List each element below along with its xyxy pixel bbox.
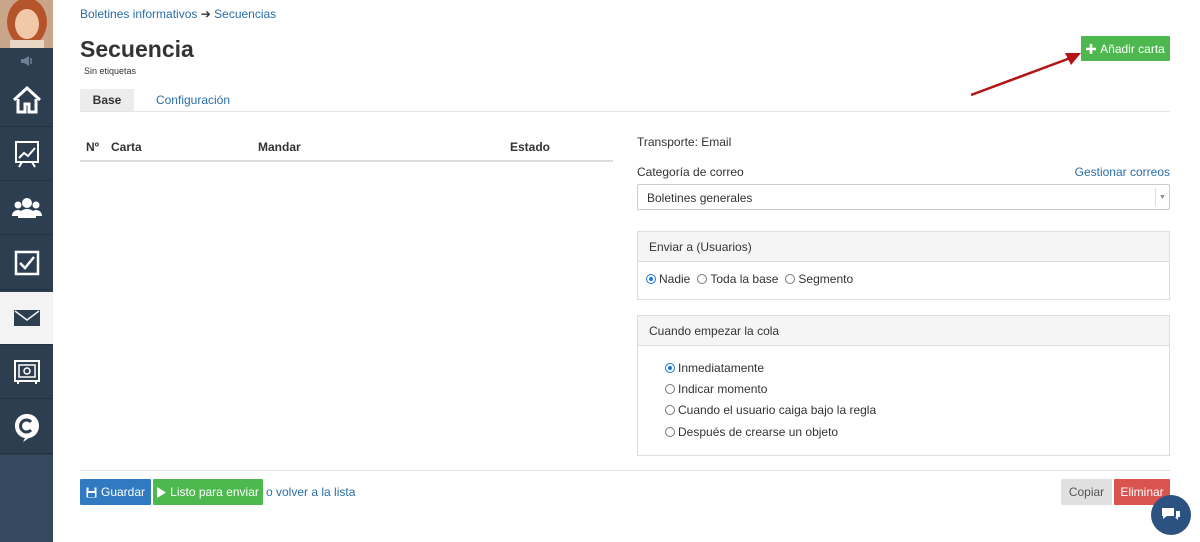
column-card: Carta bbox=[111, 140, 142, 154]
footer-divider bbox=[80, 470, 1170, 471]
sidebar-background bbox=[0, 455, 53, 542]
avatar[interactable] bbox=[0, 0, 53, 48]
floppy-disk-icon bbox=[86, 487, 97, 498]
add-card-button[interactable]: Añadir carta bbox=[1081, 36, 1170, 61]
safe-icon bbox=[13, 360, 40, 384]
mail-icon bbox=[13, 310, 40, 326]
ready-to-send-button[interactable]: Listo para enviar bbox=[153, 479, 263, 505]
radio-after-object[interactable]: Después de crearse un objeto bbox=[665, 425, 838, 439]
breadcrumb-parent-link[interactable]: Boletines informativos bbox=[80, 7, 197, 21]
radio-button[interactable] bbox=[646, 274, 656, 284]
category-select-value: Boletines generales bbox=[647, 191, 753, 205]
radio-nobody[interactable]: Nadie bbox=[646, 272, 690, 286]
page-title: Secuencia bbox=[80, 36, 194, 62]
tab-bar: Base Configuración bbox=[80, 89, 1170, 112]
chat-widget-button[interactable] bbox=[1151, 495, 1191, 535]
save-label: Guardar bbox=[100, 485, 146, 499]
ready-to-send-label: Listo para enviar bbox=[170, 485, 259, 499]
column-number: Nº bbox=[86, 140, 100, 154]
radio-button[interactable] bbox=[665, 384, 675, 394]
cards-table-header: Nº Carta Mandar Estado bbox=[80, 132, 613, 162]
radio-button[interactable] bbox=[665, 363, 675, 373]
users-icon bbox=[11, 198, 42, 218]
manage-mail-link[interactable]: Gestionar correos bbox=[1075, 165, 1170, 179]
radio-button[interactable] bbox=[665, 405, 675, 415]
radio-button[interactable] bbox=[785, 274, 796, 284]
sidebar-item-contacts[interactable] bbox=[0, 182, 53, 235]
queue-start-title: Cuando empezar la cola bbox=[638, 316, 1169, 346]
sidebar-item-mail[interactable] bbox=[0, 292, 53, 345]
send-to-title: Enviar a (Usuarios) bbox=[638, 232, 1169, 262]
chevron-down-icon: ▼ bbox=[1155, 188, 1169, 206]
sidebar-item-analytics[interactable] bbox=[0, 128, 53, 181]
column-status: Estado bbox=[510, 140, 551, 154]
save-button[interactable]: Guardar bbox=[80, 479, 151, 505]
radio-label: Después de crearse un objeto bbox=[678, 425, 839, 439]
play-icon bbox=[157, 486, 167, 498]
radio-label: Indicar momento bbox=[678, 382, 768, 396]
home-icon bbox=[12, 86, 41, 114]
logo-c-icon bbox=[14, 414, 39, 442]
chat-icon bbox=[1162, 508, 1180, 520]
copy-button[interactable]: Copiar bbox=[1061, 479, 1112, 505]
radio-label: Segmento bbox=[798, 272, 854, 286]
add-card-label: Añadir carta bbox=[1100, 41, 1165, 56]
radio-button[interactable] bbox=[697, 274, 708, 284]
sidebar bbox=[0, 0, 53, 542]
radio-label: Nadie bbox=[659, 272, 691, 286]
breadcrumb-separator: ➔ bbox=[200, 7, 211, 21]
back-to-list-link[interactable]: o volver a la lista bbox=[266, 485, 355, 499]
radio-label: Toda la base bbox=[710, 272, 779, 286]
radio-button[interactable] bbox=[665, 427, 675, 437]
radio-all-base[interactable]: Toda la base bbox=[697, 272, 778, 286]
queue-start-panel: Cuando empezar la cola Inmediatamente In… bbox=[637, 315, 1170, 456]
chart-icon bbox=[14, 141, 39, 168]
radio-set-moment[interactable]: Indicar momento bbox=[665, 382, 767, 396]
announcement-icon[interactable] bbox=[0, 48, 53, 74]
send-to-options: Nadie Toda la base Segmento bbox=[646, 272, 860, 286]
radio-label: Inmediatamente bbox=[678, 361, 765, 375]
sidebar-item-home[interactable] bbox=[0, 74, 53, 127]
transport-label: Transporte: Email bbox=[637, 135, 732, 149]
breadcrumb-current-link[interactable]: Secuencias bbox=[214, 7, 276, 21]
tasks-icon bbox=[14, 250, 39, 276]
sidebar-item-safe[interactable] bbox=[0, 346, 53, 399]
sidebar-item-brand[interactable] bbox=[0, 401, 53, 454]
tab-configuration[interactable]: Configuración bbox=[152, 89, 234, 111]
category-label: Categoría de correo bbox=[637, 165, 744, 179]
radio-label: Cuando el usuario caiga bajo la regla bbox=[678, 403, 877, 417]
radio-segment[interactable]: Segmento bbox=[785, 272, 853, 286]
send-to-panel: Enviar a (Usuarios) Nadie Toda la base S… bbox=[637, 231, 1170, 300]
column-send: Mandar bbox=[258, 140, 301, 154]
tab-base[interactable]: Base bbox=[80, 89, 134, 111]
tags-label[interactable]: Sin etiquetas bbox=[84, 66, 136, 76]
radio-user-rule[interactable]: Cuando el usuario caiga bajo la regla bbox=[665, 403, 876, 417]
radio-immediately[interactable]: Inmediatamente bbox=[665, 361, 764, 375]
breadcrumb: Boletines informativos ➔ Secuencias bbox=[80, 7, 276, 21]
sidebar-item-tasks[interactable] bbox=[0, 237, 53, 290]
category-select[interactable]: Boletines generales ▼ bbox=[637, 184, 1170, 210]
